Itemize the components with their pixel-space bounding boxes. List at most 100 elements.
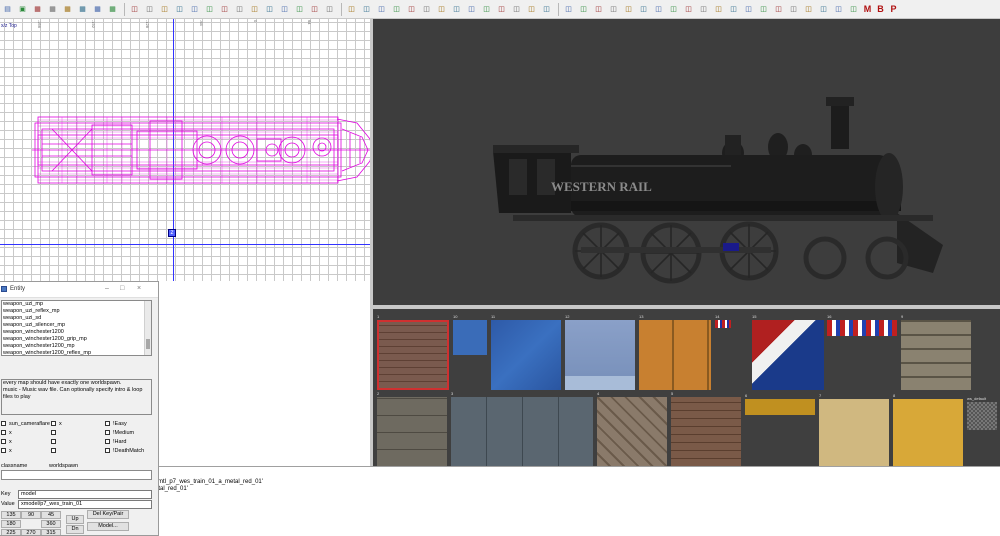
angle-135-button[interactable]: 135 <box>1 511 21 519</box>
checkbox-icon[interactable] <box>105 430 110 435</box>
texture-tile[interactable] <box>827 320 897 336</box>
texture-tile[interactable] <box>639 320 711 390</box>
scrollbar-thumb[interactable] <box>146 339 150 349</box>
cube-icon[interactable]: ◫ <box>757 3 770 16</box>
key-value-list[interactable] <box>1 470 152 480</box>
key-input[interactable]: model <box>18 490 152 499</box>
texture-tile[interactable] <box>597 397 667 466</box>
cube-icon[interactable]: ◫ <box>375 3 388 16</box>
cube-icon[interactable]: ◫ <box>607 3 620 16</box>
texture-tile[interactable] <box>819 399 889 466</box>
texture-tile[interactable] <box>901 320 971 390</box>
checkbox-icon[interactable] <box>105 421 110 426</box>
spawnflag-checkbox[interactable]: !Hard <box>105 438 126 445</box>
spawnflag-checkbox[interactable] <box>51 447 59 454</box>
texture-tile[interactable] <box>377 320 449 390</box>
texture-tile[interactable] <box>377 397 447 466</box>
cube-icon[interactable]: ◫ <box>233 3 246 16</box>
close-icon[interactable]: × <box>137 285 141 292</box>
value-input[interactable]: xmodel/p7_wes_train_01 <box>18 500 152 509</box>
cube-icon[interactable]: ◫ <box>360 3 373 16</box>
down-button[interactable]: Dn <box>66 525 84 534</box>
cube-icon[interactable]: ◫ <box>263 3 276 16</box>
cube-icon[interactable]: ◫ <box>495 3 508 16</box>
cube-icon[interactable]: ◫ <box>847 3 860 16</box>
spawnflag-checkbox[interactable]: !Easy <box>105 420 127 427</box>
entity-class-list[interactable]: weapon_uzi_mp weapon_uzi_reflex_mp weapon_… <box>1 300 152 356</box>
cube-icon[interactable]: ◫ <box>817 3 830 16</box>
cube-icon[interactable]: ◫ <box>188 3 201 16</box>
camera-view-3d[interactable]: WESTERN RAIL <box>373 19 1000 305</box>
cube-icon[interactable]: ◫ <box>637 3 650 16</box>
cube-icon[interactable]: ◫ <box>248 3 261 16</box>
texture-tile[interactable] <box>451 397 593 466</box>
texture-tile[interactable] <box>745 399 815 415</box>
grid-icon[interactable]: ▦ <box>91 3 104 16</box>
texture-tile[interactable] <box>491 320 561 390</box>
open-icon[interactable]: ▤ <box>1 3 14 16</box>
cube-icon[interactable]: ◫ <box>577 3 590 16</box>
cube-icon[interactable]: ◫ <box>218 3 231 16</box>
checkbox-icon[interactable] <box>105 448 110 453</box>
texture-tile[interactable] <box>715 320 731 328</box>
angle-225-button[interactable]: 225 <box>1 529 21 535</box>
cube-icon[interactable]: ◫ <box>308 3 321 16</box>
cube-icon[interactable]: ◫ <box>345 3 358 16</box>
grid-icon[interactable]: ▦ <box>61 3 74 16</box>
cube-icon[interactable]: ◫ <box>832 3 845 16</box>
spawnflag-checkbox[interactable] <box>51 429 59 436</box>
cube-icon[interactable]: ◫ <box>697 3 710 16</box>
cube-icon[interactable]: ◫ <box>158 3 171 16</box>
entity-window-titlebar[interactable]: Entity – □ × <box>0 282 158 298</box>
class-list-item[interactable]: weapon_uzi_reflex_mp <box>2 308 151 315</box>
spawnflag-checkbox[interactable]: x <box>51 420 62 427</box>
texture-browser[interactable]: 1 10 11 12 13 14 15 16 2 3 4 5 6 7 8 9 ws_default <box>373 309 1000 466</box>
class-list-item[interactable]: weapon_uzi_silencer_mp <box>2 322 151 329</box>
cube-icon[interactable]: ◫ <box>787 3 800 16</box>
cube-icon[interactable]: ◫ <box>435 3 448 16</box>
grid-icon[interactable]: ▦ <box>31 3 44 16</box>
angle-90-button[interactable]: 90 <box>21 511 41 519</box>
cube-icon[interactable]: ◫ <box>510 3 523 16</box>
entity-window[interactable]: Entity – □ × weapon_uzi_mp weapon_uzi_ref… <box>0 281 159 536</box>
cube-icon[interactable]: ◫ <box>480 3 493 16</box>
cube-icon[interactable]: ◫ <box>712 3 725 16</box>
grid-icon[interactable]: ▦ <box>106 3 119 16</box>
cube-icon[interactable]: ◫ <box>540 3 553 16</box>
texture-tile[interactable] <box>967 402 997 430</box>
class-list-scrollbar[interactable] <box>144 301 151 355</box>
texture-tile[interactable] <box>671 397 741 466</box>
angle-180-button[interactable]: 180 <box>1 520 21 528</box>
cube-icon[interactable]: ◫ <box>802 3 815 16</box>
texture-tile[interactable] <box>565 320 635 390</box>
toolbar-letter-m-button[interactable]: M <box>862 3 873 16</box>
cube-icon[interactable]: ◫ <box>420 3 433 16</box>
cube-icon[interactable]: ◫ <box>622 3 635 16</box>
texture-tile[interactable] <box>893 399 963 466</box>
up-button[interactable]: Up <box>66 515 84 524</box>
cube-icon[interactable]: ◫ <box>562 3 575 16</box>
class-list-item[interactable]: weapon_winchester1200_grip_mp <box>2 336 151 343</box>
cube-icon[interactable]: ◫ <box>742 3 755 16</box>
angle-360-button[interactable]: 360 <box>41 520 61 528</box>
checkbox-icon[interactable] <box>1 448 6 453</box>
toolbar-letter-p-button[interactable]: P <box>888 3 899 16</box>
camera-marker[interactable]: z <box>168 229 176 237</box>
cube-icon[interactable]: ◫ <box>682 3 695 16</box>
toolbar-letter-b-button[interactable]: B <box>875 3 886 16</box>
class-list-item[interactable]: weapon_uzi_sd <box>2 315 151 322</box>
class-list-item[interactable]: weapon_winchester1200 <box>2 329 151 336</box>
angle-270-button[interactable]: 270 <box>21 529 41 535</box>
spawnflag-checkbox[interactable]: sun_cameraflare <box>1 420 50 427</box>
cube-icon[interactable]: ◫ <box>727 3 740 16</box>
spawnflag-checkbox[interactable]: !Medium <box>105 429 134 436</box>
checkbox-icon[interactable] <box>51 439 56 444</box>
cube-icon[interactable]: ◫ <box>450 3 463 16</box>
save-icon[interactable]: ▣ <box>16 3 29 16</box>
checkbox-icon[interactable] <box>51 421 56 426</box>
spawnflag-checkbox[interactable]: !DeathMatch <box>105 447 144 454</box>
grid-icon[interactable]: ▦ <box>76 3 89 16</box>
checkbox-icon[interactable] <box>51 430 56 435</box>
cube-icon[interactable]: ◫ <box>390 3 403 16</box>
cube-icon[interactable]: ◫ <box>652 3 665 16</box>
